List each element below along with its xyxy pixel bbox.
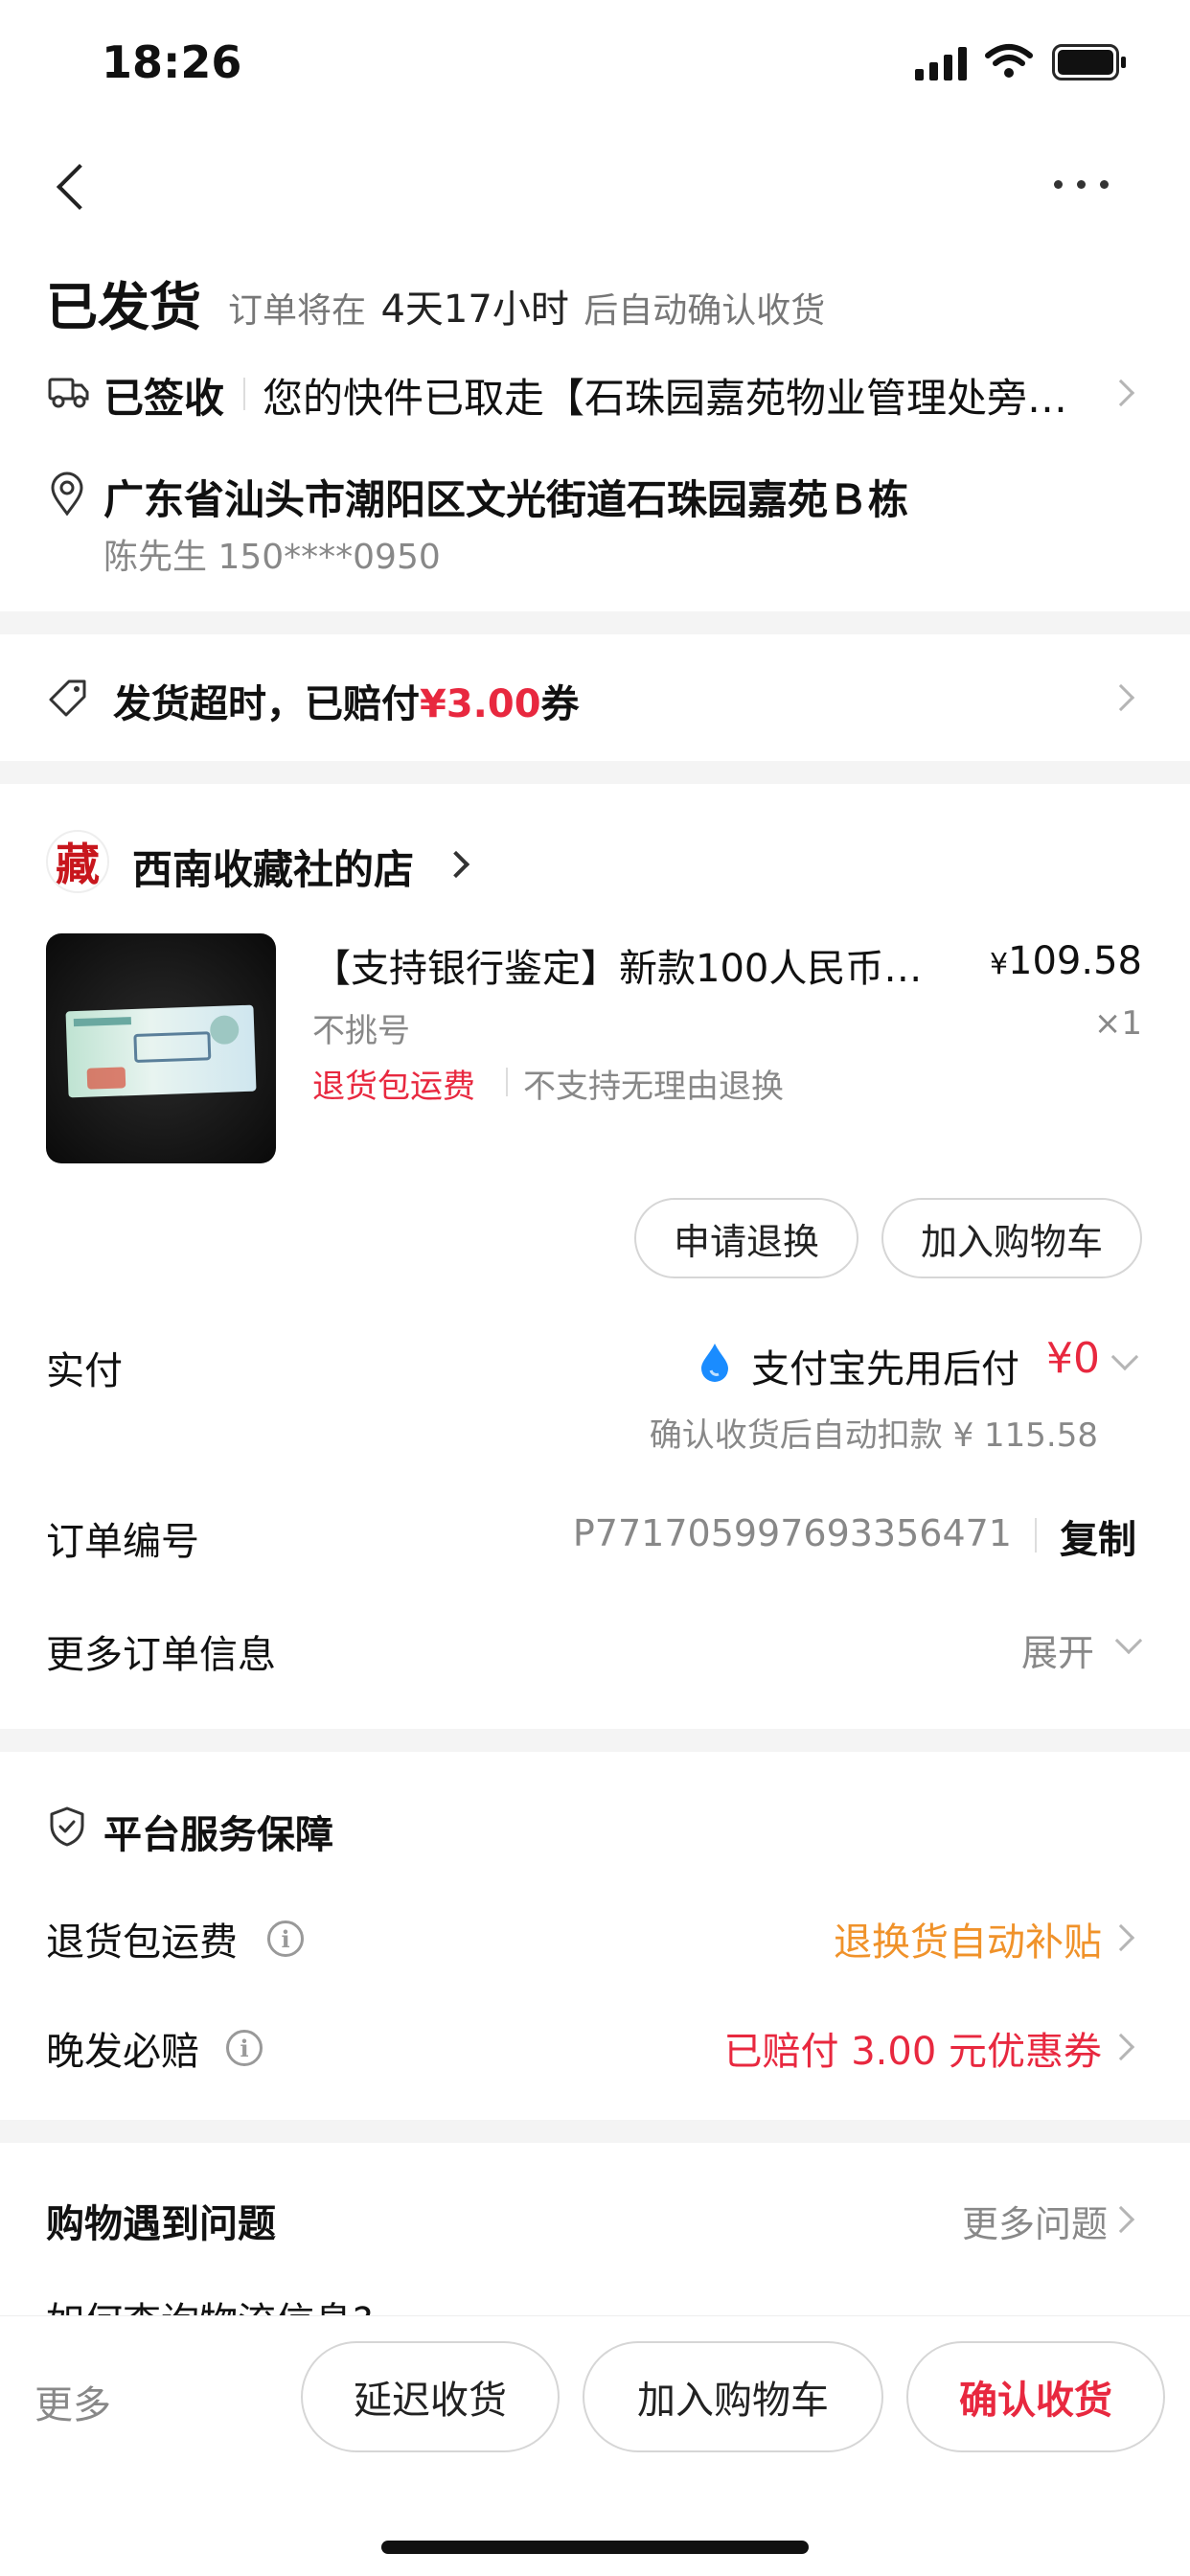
status-time: 18:26	[102, 36, 242, 88]
logistics-detail: 您的快件已取走【石珠园嘉苑物业管理处旁…	[263, 375, 1068, 422]
compensation-text: 发货超时，已赔付¥3.00券	[113, 673, 580, 728]
auto-confirm-note: 订单将在 4天17小时 后自动确认收货	[228, 278, 825, 334]
tag-return-shipping: 退货包运费	[312, 1068, 475, 1106]
order-status-title: 已发货	[46, 277, 201, 337]
guarantee-return-chevron-icon	[1107, 1923, 1135, 1952]
home-indicator	[381, 2541, 809, 2554]
shop-logo: 藏	[46, 830, 109, 893]
payment-amount: ¥0	[1046, 1334, 1100, 1383]
guarantee-title: 平台服务保障	[103, 1813, 333, 1857]
order-number-label: 订单编号	[46, 1520, 199, 1564]
tag-divider	[506, 1068, 508, 1096]
alipay-drop-icon	[698, 1342, 732, 1384]
price-value: 109.58	[1008, 939, 1142, 983]
guarantee-row-return[interactable]: 退货包运费 i 退换货自动补贴	[0, 1903, 1190, 1970]
product-quantity: ×1	[1093, 1004, 1142, 1043]
confirm-receipt-button[interactable]: 确认收货	[906, 2341, 1165, 2452]
address-contact: 陈先生 150****0950	[103, 538, 441, 577]
guarantee-value-return: 退换货自动补贴	[834, 1920, 1102, 1965]
tag-no-reason: 不支持无理由退换	[523, 1068, 784, 1106]
compensation-prefix: 发货超时，已赔付	[113, 682, 420, 726]
refund-button[interactable]: 申请退换	[634, 1198, 858, 1278]
section-gap	[0, 761, 1190, 784]
guarantee-late-chevron-icon	[1107, 2033, 1135, 2061]
product-title: 【支持银行鉴定】新款100人民币…	[312, 947, 923, 991]
shop-chevron-icon	[442, 850, 470, 879]
guarantee-label-late: 晚发必赔	[46, 2030, 199, 2074]
compensation-row[interactable]: 发货超时，已赔付¥3.00券	[0, 634, 1190, 761]
payment-note: 确认收货后自动扣款 ¥ 115.58	[649, 1416, 1098, 1455]
payment-label: 实付	[46, 1349, 123, 1393]
signal-icon	[915, 46, 969, 80]
address-block[interactable]: 广东省汕头市潮阳区文光街道石珠园嘉苑Ｂ栋 陈先生 150****0950	[0, 460, 1190, 577]
address-line: 广东省汕头市潮阳区文光街道石珠园嘉苑Ｂ栋	[103, 476, 909, 523]
problems-title: 购物遇到问题	[46, 2202, 276, 2246]
bottom-action-bar: 更多 延迟收货 加入购物车 确认收货	[0, 2315, 1190, 2576]
guarantee-value-late: 已赔付 3.00 元优惠券	[723, 2030, 1103, 2074]
bottom-add-cart-button[interactable]: 加入购物车	[583, 2341, 883, 2452]
back-button[interactable]	[48, 153, 103, 220]
product-image	[46, 933, 276, 1163]
logistics-status: 已签收	[103, 375, 225, 422]
compensation-suffix: 券	[540, 682, 580, 726]
coupon-tag-icon	[48, 678, 88, 719]
guarantee-label-return: 退货包运费	[46, 1920, 238, 1965]
more-dots-icon	[1054, 180, 1115, 190]
location-pin-icon	[50, 472, 84, 517]
more-problems-chevron-icon	[1107, 2205, 1135, 2234]
product-card[interactable]: 【支持银行鉴定】新款100人民币… ¥109.58 不挑号 ×1 退货包运费 不…	[0, 930, 1190, 1169]
back-arrow-icon	[56, 163, 103, 211]
wifi-icon	[985, 42, 1033, 80]
shop-header[interactable]: 藏 西南收藏社的店	[0, 824, 1190, 901]
section-gap	[0, 2120, 1190, 2143]
payment-method-row[interactable]: 支付宝先用后付 ¥0	[671, 1330, 1150, 1397]
payment-chevron-down-icon	[1110, 1343, 1139, 1371]
section-gap	[0, 611, 1190, 634]
more-order-info-label: 更多订单信息	[46, 1633, 276, 1677]
bottom-more-button[interactable]: 更多	[34, 2374, 111, 2429]
payment-method: 支付宝先用后付	[751, 1347, 1019, 1392]
price-symbol: ¥	[989, 948, 1009, 981]
logistics-divider	[243, 378, 245, 410]
logistics-chevron-icon	[1107, 379, 1135, 407]
status-bar: 18:26	[0, 0, 1190, 125]
expand-label: 展开	[1021, 1632, 1095, 1674]
product-price: ¥109.58	[990, 939, 1142, 983]
shop-logo-char: 藏	[56, 839, 100, 890]
product-spec: 不挑号	[312, 1012, 410, 1050]
add-cart-item-button[interactable]: 加入购物车	[881, 1198, 1142, 1278]
order-number-divider	[1035, 1518, 1037, 1552]
auto-confirm-time: 4天17小时	[380, 288, 569, 332]
guarantee-row-late[interactable]: 晚发必赔 i 已赔付 3.00 元优惠券	[0, 2012, 1190, 2080]
guarantee-shield-icon	[48, 1806, 86, 1848]
order-number-value: P771705997693356471	[572, 1512, 1012, 1554]
info-icon[interactable]: i	[226, 2030, 263, 2066]
copy-order-number-button[interactable]: 复制	[1060, 1508, 1136, 1564]
compensation-chevron-icon	[1107, 683, 1135, 712]
auto-confirm-suffix: 后自动确认收货	[584, 291, 826, 331]
info-icon[interactable]: i	[267, 1920, 304, 1957]
more-problems-label: 更多问题	[961, 2203, 1108, 2245]
delay-receipt-button[interactable]: 延迟收货	[301, 2341, 560, 2452]
auto-confirm-prefix: 订单将在	[228, 291, 367, 331]
logistics-row[interactable]: 已签收 您的快件已取走【石珠园嘉苑物业管理处旁…	[0, 355, 1190, 431]
more-problems-button[interactable]: 更多问题	[920, 2189, 1150, 2246]
more-options-button[interactable]	[1054, 171, 1115, 199]
truck-icon	[48, 374, 90, 410]
shop-name: 西南收藏社的店	[132, 846, 415, 893]
battery-icon	[1052, 44, 1127, 80]
compensation-amount: ¥3.00	[420, 682, 541, 726]
expand-chevron-down-icon	[1114, 1626, 1143, 1655]
expand-more-info-button[interactable]: 展开	[1006, 1620, 1150, 1677]
section-gap	[0, 1729, 1190, 1752]
